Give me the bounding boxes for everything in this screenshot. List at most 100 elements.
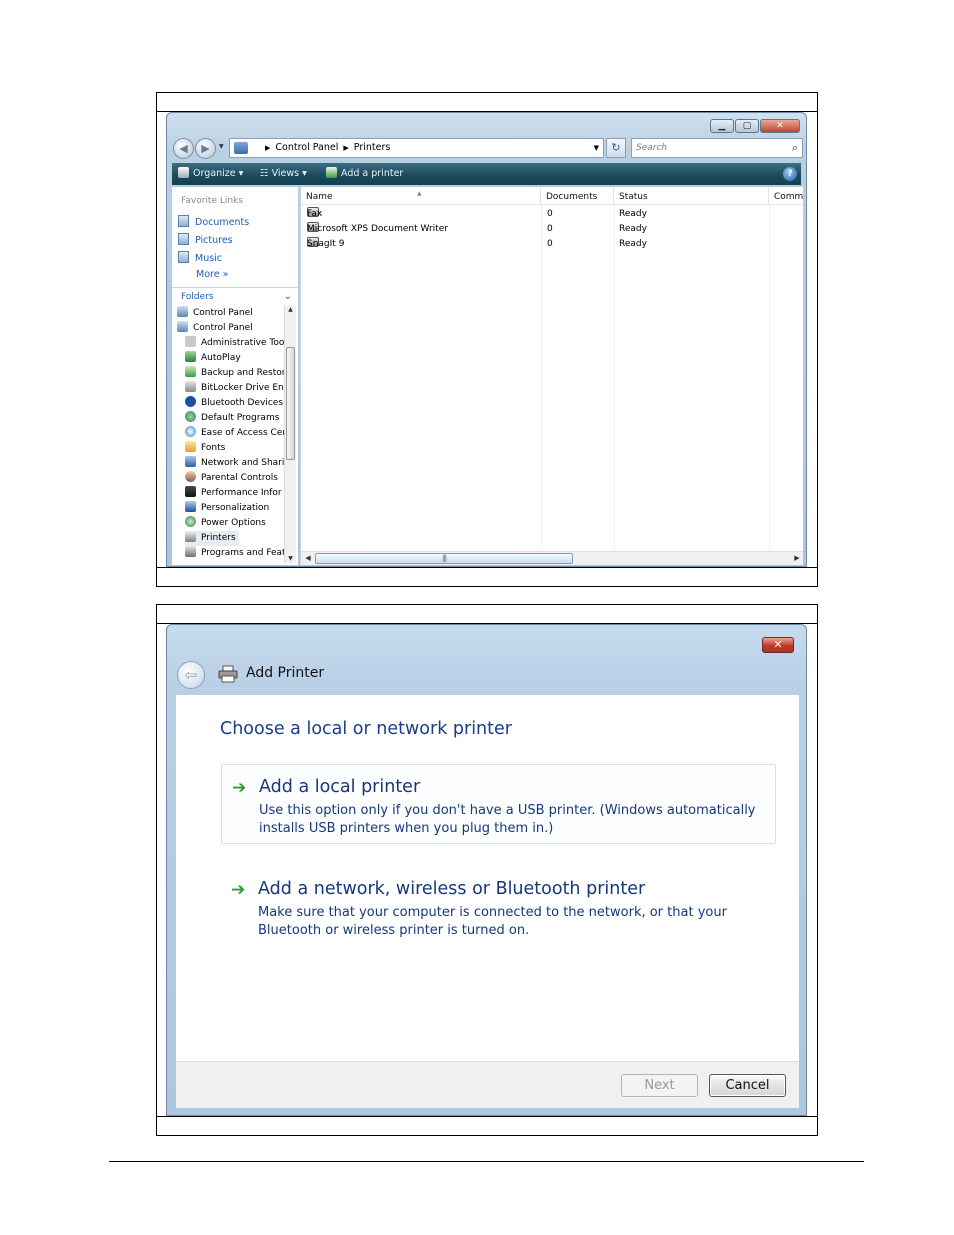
music-icon: [178, 251, 189, 263]
add-network-printer-option[interactable]: ➔ Add a network, wireless or Bluetooth p…: [221, 867, 776, 947]
breadcrumb-arrow-icon[interactable]: ▶: [265, 144, 270, 152]
column-header-status[interactable]: Status: [614, 187, 769, 205]
tree-item-bluetooth-devices[interactable]: Bluetooth Devices: [185, 396, 283, 411]
recent-pages-arrow-icon[interactable]: ▼: [219, 143, 224, 150]
tree-item-printers[interactable]: Printers: [185, 531, 239, 546]
frame-bottom-rule: [157, 567, 817, 568]
tree-item-parental-controls[interactable]: Parental Controls: [185, 471, 278, 486]
add-printer-command[interactable]: Add a printer: [326, 163, 403, 185]
tree-item-network-and-sharing[interactable]: Network and Shari: [185, 456, 284, 471]
column-header-comments[interactable]: Comm: [769, 187, 803, 205]
breadcrumb-printers[interactable]: Printers: [354, 142, 391, 153]
printer-row-xps[interactable]: Microsoft XPS Document Writer 0 Ready: [301, 222, 803, 237]
tree-item-administrative-tools[interactable]: Administrative Too: [185, 336, 284, 351]
sort-ascending-icon: ▲: [417, 190, 422, 197]
tree-item-power-options[interactable]: Power Options: [185, 516, 266, 531]
page-footer-rule: [109, 1161, 864, 1162]
forward-button[interactable]: ▶: [195, 138, 216, 159]
control-panel-icon: [234, 142, 248, 154]
backup-icon: [185, 366, 196, 377]
tree-item-performance[interactable]: Performance Infor: [185, 486, 282, 501]
option-description: Use this option only if you don't have a…: [259, 803, 756, 836]
caption-buttons: ▁ ▢ ✕: [710, 119, 800, 133]
address-dropdown-icon[interactable]: ▼: [594, 139, 599, 157]
views-menu[interactable]: ☷ Views ▾: [260, 163, 307, 185]
column-header-documents[interactable]: Documents: [541, 187, 614, 205]
add-local-printer-option[interactable]: ➔ Add a local printer Use this option on…: [221, 764, 776, 844]
folders-header[interactable]: Folders ⌄: [172, 287, 298, 305]
views-label: Views: [271, 168, 300, 179]
printer-name: SnagIt 9: [307, 239, 345, 249]
tree-item-autoplay[interactable]: AutoPlay: [185, 351, 241, 366]
horizontal-scrollbar[interactable]: ◀ ||| ▶: [301, 551, 803, 565]
bluetooth-icon: [185, 396, 196, 407]
tree-item-backup-and-restore[interactable]: Backup and Restor: [185, 366, 284, 381]
green-arrow-icon: ➔: [231, 880, 246, 900]
column-header-name[interactable]: Name ▲: [301, 187, 541, 205]
printer-list-pane: Name ▲ Documents Status Comm Fax 0 Ready …: [300, 187, 803, 565]
search-input[interactable]: Search ⌕: [631, 138, 803, 158]
wizard-content: Choose a local or network printer ➔ Add …: [176, 695, 799, 1061]
documents-icon: [178, 215, 189, 227]
close-button[interactable]: ✕: [760, 119, 800, 133]
printer-row-fax[interactable]: Fax 0 Ready: [301, 207, 803, 222]
tree-item-bitlocker[interactable]: BitLocker Drive En: [185, 381, 284, 396]
control-panel-icon: [177, 306, 188, 317]
views-icon: ☷: [260, 168, 269, 179]
favorite-link-pictures[interactable]: Pictures: [178, 233, 233, 246]
address-bar[interactable]: ▶ Control Panel ▶ Printers ▼: [229, 138, 604, 158]
organize-menu[interactable]: Organize ▾: [178, 163, 243, 185]
tree-item-programs-and-features[interactable]: Programs and Feat: [185, 546, 284, 561]
tree-item-control-panel[interactable]: Control Panel: [177, 306, 253, 321]
help-icon[interactable]: ?: [783, 167, 797, 181]
search-placeholder: Search: [636, 143, 668, 153]
next-button[interactable]: Next: [621, 1074, 698, 1097]
programs-icon: [185, 546, 196, 557]
close-button[interactable]: ✕: [762, 637, 794, 653]
folder-tree-scrollbar[interactable]: ▲ ▼: [284, 305, 296, 563]
tree-item-personalization[interactable]: Personalization: [185, 501, 269, 516]
folder-tree: Control Panel Control Panel Administrati…: [172, 305, 284, 565]
tree-item-ease-of-access[interactable]: Ease of Access Cer: [185, 426, 284, 441]
scroll-down-icon[interactable]: ▼: [285, 555, 296, 562]
scrollbar-thumb[interactable]: |||: [315, 553, 573, 564]
favorite-link-music[interactable]: Music: [178, 251, 222, 264]
maximize-button[interactable]: ▢: [735, 119, 759, 133]
option-description: Make sure that your computer is connecte…: [258, 905, 727, 938]
personalization-icon: [185, 501, 196, 512]
scroll-left-icon[interactable]: ◀: [302, 552, 314, 564]
minimize-button[interactable]: ▁: [710, 119, 734, 133]
scroll-up-icon[interactable]: ▲: [285, 306, 296, 313]
cancel-button[interactable]: Cancel: [709, 1074, 786, 1097]
refresh-button[interactable]: ↻: [606, 138, 626, 158]
search-icon[interactable]: ⌕: [792, 139, 798, 157]
tree-item-default-programs[interactable]: Default Programs: [185, 411, 279, 426]
scrollbar-thumb[interactable]: [286, 347, 295, 460]
favorite-link-documents[interactable]: Documents: [178, 215, 249, 228]
network-icon: [185, 456, 196, 467]
power-options-icon: [185, 516, 196, 527]
tree-item-control-panel[interactable]: Control Panel: [177, 321, 253, 336]
bitlocker-icon: [185, 381, 196, 392]
more-links[interactable]: More »: [196, 269, 228, 280]
column-divider: [769, 205, 770, 549]
printers-explorer-window: ▁ ▢ ✕ ◀ ▶ ▼ ▶ Control Panel ▶ Printers ▼ ↻ …: [166, 112, 807, 567]
back-button[interactable]: ◀: [173, 138, 194, 159]
wizard-footer: Next Cancel: [176, 1061, 799, 1108]
printer-row-snagit[interactable]: SnagIt 9 0 Ready: [301, 237, 803, 252]
printer-icon: [185, 531, 196, 542]
fonts-icon: [185, 441, 196, 452]
parental-controls-icon: [185, 471, 196, 482]
option-title: Add a network, wireless or Bluetooth pri…: [258, 879, 646, 899]
scroll-grip-icon: |||: [442, 554, 447, 562]
autoplay-icon: [185, 351, 196, 362]
default-programs-icon: [185, 411, 196, 422]
frame-bottom-rule: [157, 1116, 817, 1117]
breadcrumb-arrow-icon[interactable]: ▶: [343, 144, 348, 152]
add-printer-wizard: ✕ ⇦ Add Printer Choose a local or networ…: [166, 624, 807, 1116]
breadcrumb-control-panel[interactable]: Control Panel: [275, 142, 338, 153]
scroll-right-icon[interactable]: ▶: [791, 552, 803, 564]
column-divider: [541, 205, 542, 549]
tree-item-fonts[interactable]: Fonts: [185, 441, 225, 456]
back-button[interactable]: ⇦: [177, 661, 205, 689]
